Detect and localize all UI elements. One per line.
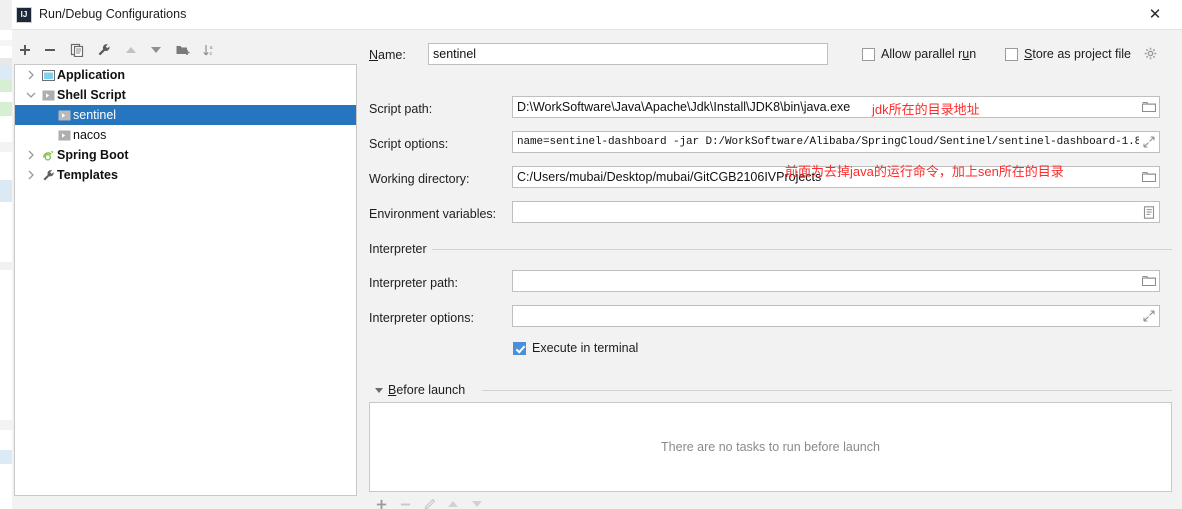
script-path-label: Script path: <box>369 102 433 116</box>
annotation-jdk-path: jdk所在的目录地址 <box>872 102 980 117</box>
expand-icon[interactable] <box>1139 132 1159 152</box>
edit-task-button[interactable] <box>417 496 441 509</box>
triangle-down-icon[interactable] <box>375 388 383 393</box>
before-launch-label-rest: efore launch <box>396 383 466 397</box>
add-configuration-button[interactable] <box>14 38 36 62</box>
allow-parallel-run-checkbox[interactable]: Allow parallel run <box>862 47 976 61</box>
tree-node-sentinel[interactable]: sentinel <box>15 105 356 125</box>
tree-node-label: sentinel <box>73 108 117 122</box>
tree-node-label: nacos <box>73 128 107 142</box>
shell-script-icon <box>55 105 73 125</box>
edit-templates-button[interactable] <box>93 38 115 62</box>
list-edit-icon[interactable] <box>1139 202 1159 222</box>
expand-icon[interactable] <box>1139 306 1159 326</box>
script-path-field[interactable]: D:\WorkSoftware\Java\Apache\Jdk\Install\… <box>512 96 1160 118</box>
environment-variables-label: Environment variables: <box>369 207 497 221</box>
script-path-value: D:\WorkSoftware\Java\Apache\Jdk\Install\… <box>517 100 851 114</box>
intellij-idea-icon: IJ <box>16 7 32 23</box>
task-move-up-button[interactable] <box>441 496 465 509</box>
dialog-title-bar: IJ Run/Debug Configurations ✕ <box>12 0 1182 30</box>
script-options-value: name=sentinel-dashboard -jar D:/WorkSoft… <box>517 136 1139 148</box>
tree-node-shell-script[interactable]: Shell Script <box>15 85 356 105</box>
close-icon[interactable]: ✕ <box>1146 6 1164 24</box>
before-launch-divider <box>482 390 1172 391</box>
annotation-script-args: 前面为去掉java的运行命令，加上sen所在的目录 <box>785 164 1064 179</box>
chevron-right-icon[interactable] <box>23 165 39 185</box>
allow-parallel-run-checkbox-box[interactable] <box>862 47 875 61</box>
folder-browse-icon[interactable] <box>1139 167 1159 187</box>
folder-browse-icon[interactable] <box>1139 97 1159 117</box>
chevron-right-icon[interactable] <box>23 145 39 165</box>
interpreter-path-field[interactable] <box>512 270 1160 292</box>
remove-configuration-button[interactable] <box>39 38 61 62</box>
before-launch-toolbar <box>369 496 489 509</box>
configurations-tree[interactable]: Application Shell Script sentinel nacos … <box>14 64 357 496</box>
shell-script-icon <box>55 125 73 145</box>
tree-node-spring-boot[interactable]: Spring Boot <box>15 145 356 165</box>
execute-in-terminal-checkbox-box[interactable] <box>513 341 526 355</box>
dialog-title: Run/Debug Configurations <box>39 7 187 21</box>
gear-icon[interactable] <box>1144 47 1157 63</box>
move-down-button[interactable] <box>145 38 167 62</box>
task-move-down-button[interactable] <box>465 496 489 509</box>
chevron-right-icon[interactable] <box>23 65 39 85</box>
environment-variables-field[interactable] <box>512 201 1160 223</box>
svg-text:z: z <box>210 51 213 57</box>
store-as-project-file-checkbox[interactable]: Store as project file <box>1005 47 1131 61</box>
name-label: Name: <box>369 48 406 62</box>
interpreter-options-label: Interpreter options: <box>369 311 474 325</box>
add-task-button[interactable] <box>369 496 393 509</box>
run-debug-configurations-dialog: IJ Run/Debug Configurations ✕ a z Applic… <box>0 0 1182 509</box>
execute-in-terminal-label: Execute in terminal <box>532 341 639 355</box>
tree-node-nacos[interactable]: nacos <box>15 125 356 145</box>
store-as-project-file-label: Store as project file <box>1024 47 1132 61</box>
shell-script-icon <box>39 85 57 105</box>
name-field[interactable]: sentinel <box>428 43 828 65</box>
templates-icon <box>39 165 57 185</box>
create-folder-button[interactable] <box>172 38 194 62</box>
copy-configuration-button[interactable] <box>66 38 88 62</box>
allow-parallel-run-mnemonic: u <box>962 47 970 61</box>
background-editor-strip <box>0 0 12 509</box>
interpreter-section-divider <box>432 249 1172 250</box>
store-as-project-file-checkbox-box[interactable] <box>1005 47 1018 61</box>
script-options-field[interactable]: name=sentinel-dashboard -jar D:/WorkSoft… <box>512 131 1160 153</box>
application-icon <box>39 65 57 85</box>
before-launch-task-list[interactable]: There are no tasks to run before launch <box>369 402 1172 492</box>
name-label-mnemonic: N <box>369 48 379 62</box>
move-up-button[interactable] <box>120 38 142 62</box>
interpreter-section-label: Interpreter <box>369 242 433 256</box>
tree-node-templates[interactable]: Templates <box>15 165 356 185</box>
script-options-label: Script options: <box>369 137 449 151</box>
tree-node-label: Application <box>57 68 126 82</box>
spring-boot-icon <box>39 145 57 165</box>
chevron-down-icon[interactable] <box>23 85 39 105</box>
before-launch-label: Before launch <box>388 383 472 397</box>
execute-in-terminal-checkbox[interactable]: Execute in terminal <box>513 341 638 355</box>
tree-node-application[interactable]: Application <box>15 65 356 85</box>
store-as-project-file-mnemonic: S <box>1024 47 1033 61</box>
interpreter-path-label: Interpreter path: <box>369 276 458 290</box>
configuration-form: Name: sentinel Allow parallel run Store … <box>360 30 1182 509</box>
allow-parallel-run-label: Allow parallel run <box>881 47 977 61</box>
tree-node-label: Shell Script <box>57 88 126 102</box>
name-field-value: sentinel <box>433 47 477 61</box>
name-label-rest: ame: <box>378 48 406 62</box>
sort-configurations-button[interactable]: a z <box>199 38 221 62</box>
interpreter-options-field[interactable] <box>512 305 1160 327</box>
folder-browse-icon[interactable] <box>1139 271 1159 291</box>
configurations-toolbar: a z <box>14 38 357 64</box>
working-directory-label: Working directory: <box>369 172 470 186</box>
tree-node-label: Templates <box>57 168 118 182</box>
before-launch-empty-text: There are no tasks to run before launch <box>661 440 880 454</box>
tree-node-label: Spring Boot <box>57 148 129 162</box>
remove-task-button[interactable] <box>393 496 417 509</box>
